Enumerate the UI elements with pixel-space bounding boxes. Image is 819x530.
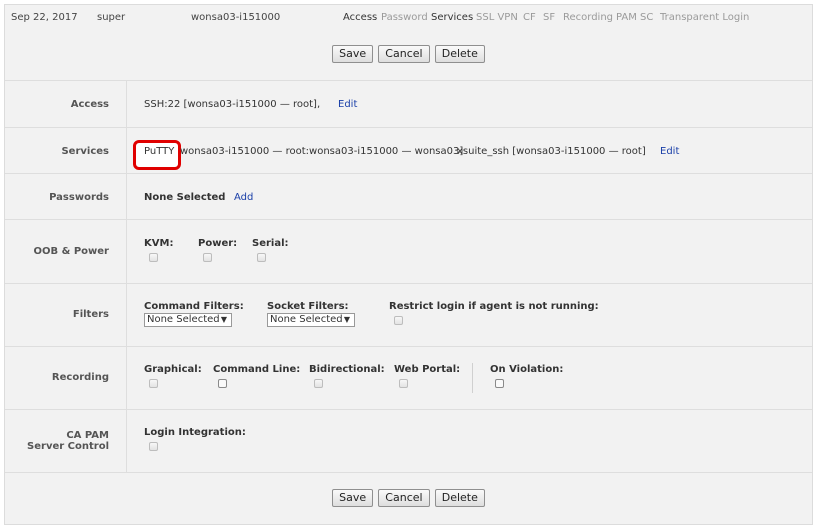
services-edit-link[interactable]: Edit	[660, 146, 679, 157]
serial-label: Serial:	[252, 238, 289, 249]
tab-transparent-login[interactable]: Transparent Login	[660, 12, 749, 23]
tab-services[interactable]: Services	[431, 12, 473, 23]
delete-button[interactable]: Delete	[434, 489, 485, 507]
bottom-button-row: Save Cancel Delete	[5, 489, 812, 507]
graphical-checkbox[interactable]	[149, 379, 158, 388]
command-line-checkbox[interactable]	[218, 379, 227, 388]
socket-filters-select[interactable]: None Selected ▼	[267, 313, 355, 327]
cancel-button[interactable]: Cancel	[378, 489, 430, 507]
tab-cf[interactable]: CF	[523, 12, 536, 23]
filters-label: Filters	[72, 309, 109, 320]
services-value-xsuite: xsuite_ssh [wonsa03-i151000 — root]	[457, 146, 646, 157]
access-edit-link[interactable]: Edit	[338, 99, 357, 110]
service-putty: PuTTY	[144, 146, 175, 157]
command-filters-select[interactable]: None Selected ▼	[144, 313, 232, 327]
web-portal-label: Web Portal:	[394, 364, 461, 375]
socket-filters-label: Socket Filters:	[267, 301, 349, 312]
kvm-label: KVM:	[144, 238, 174, 249]
passwords-add-link[interactable]: Add	[234, 192, 253, 203]
on-violation-checkbox[interactable]	[495, 379, 504, 388]
top-bar: Sep 22, 2017 super wonsa03-i151000 Acces…	[5, 5, 812, 31]
delete-button[interactable]: Delete	[434, 45, 485, 63]
services-value: wonsa03-i151000 — root:wonsa03-i151000 —…	[180, 146, 464, 157]
date-text: Sep 22, 2017	[11, 12, 78, 23]
power-label: Power:	[198, 238, 238, 249]
restrict-login-checkbox[interactable]	[394, 316, 403, 325]
command-filters-value: None Selected	[147, 314, 220, 325]
on-violation-label: On Violation:	[490, 364, 564, 375]
oob-power-label: OOB & Power	[33, 246, 109, 257]
recording-label: Recording	[51, 372, 109, 383]
passwords-value: None Selected	[144, 192, 226, 203]
ca-pam-label-line2: Server Control	[27, 441, 109, 452]
kvm-checkbox[interactable]	[149, 253, 158, 262]
tab-sf[interactable]: SF	[543, 12, 555, 23]
save-button[interactable]: Save	[332, 489, 374, 507]
divider	[5, 472, 812, 473]
ca-pam-label: CA PAM Server Control	[5, 430, 109, 452]
recording-divider	[472, 363, 473, 393]
serial-checkbox[interactable]	[257, 253, 266, 262]
power-checkbox[interactable]	[203, 253, 212, 262]
bidirectional-label: Bidirectional:	[309, 364, 385, 375]
login-integration-label: Login Integration:	[144, 427, 246, 438]
access-value: SSH:22 [wonsa03-i151000 — root],	[144, 99, 321, 110]
save-button[interactable]: Save	[332, 45, 374, 63]
tab-pam-sc[interactable]: PAM SC	[616, 12, 653, 23]
socket-filters-value: None Selected	[270, 314, 343, 325]
graphical-label: Graphical:	[144, 364, 202, 375]
user-text: super	[97, 12, 126, 23]
column-divider	[126, 81, 127, 472]
bidirectional-checkbox[interactable]	[314, 379, 323, 388]
cancel-button[interactable]: Cancel	[378, 45, 430, 63]
dropdown-arrow-icon: ▼	[343, 315, 350, 324]
ca-pam-label-line1: CA PAM	[66, 430, 109, 441]
tab-access[interactable]: Access	[343, 12, 377, 23]
passwords-label: Passwords	[49, 192, 109, 203]
services-edit-panel: Sep 22, 2017 super wonsa03-i151000 Acces…	[4, 4, 813, 525]
command-line-label: Command Line:	[213, 364, 301, 375]
dropdown-arrow-icon: ▼	[220, 315, 227, 324]
login-integration-checkbox[interactable]	[149, 442, 158, 451]
web-portal-checkbox[interactable]	[399, 379, 408, 388]
tab-recording[interactable]: Recording	[563, 12, 613, 23]
top-button-row: Save Cancel Delete	[5, 45, 812, 63]
device-name: wonsa03-i151000	[191, 12, 281, 23]
tab-ssl-vpn[interactable]: SSL VPN	[476, 12, 518, 23]
access-label: Access	[70, 99, 109, 110]
restrict-login-label: Restrict login if agent is not running:	[389, 301, 599, 312]
tab-password[interactable]: Password	[381, 12, 428, 23]
services-label: Services	[61, 146, 109, 157]
command-filters-label: Command Filters:	[144, 301, 244, 312]
